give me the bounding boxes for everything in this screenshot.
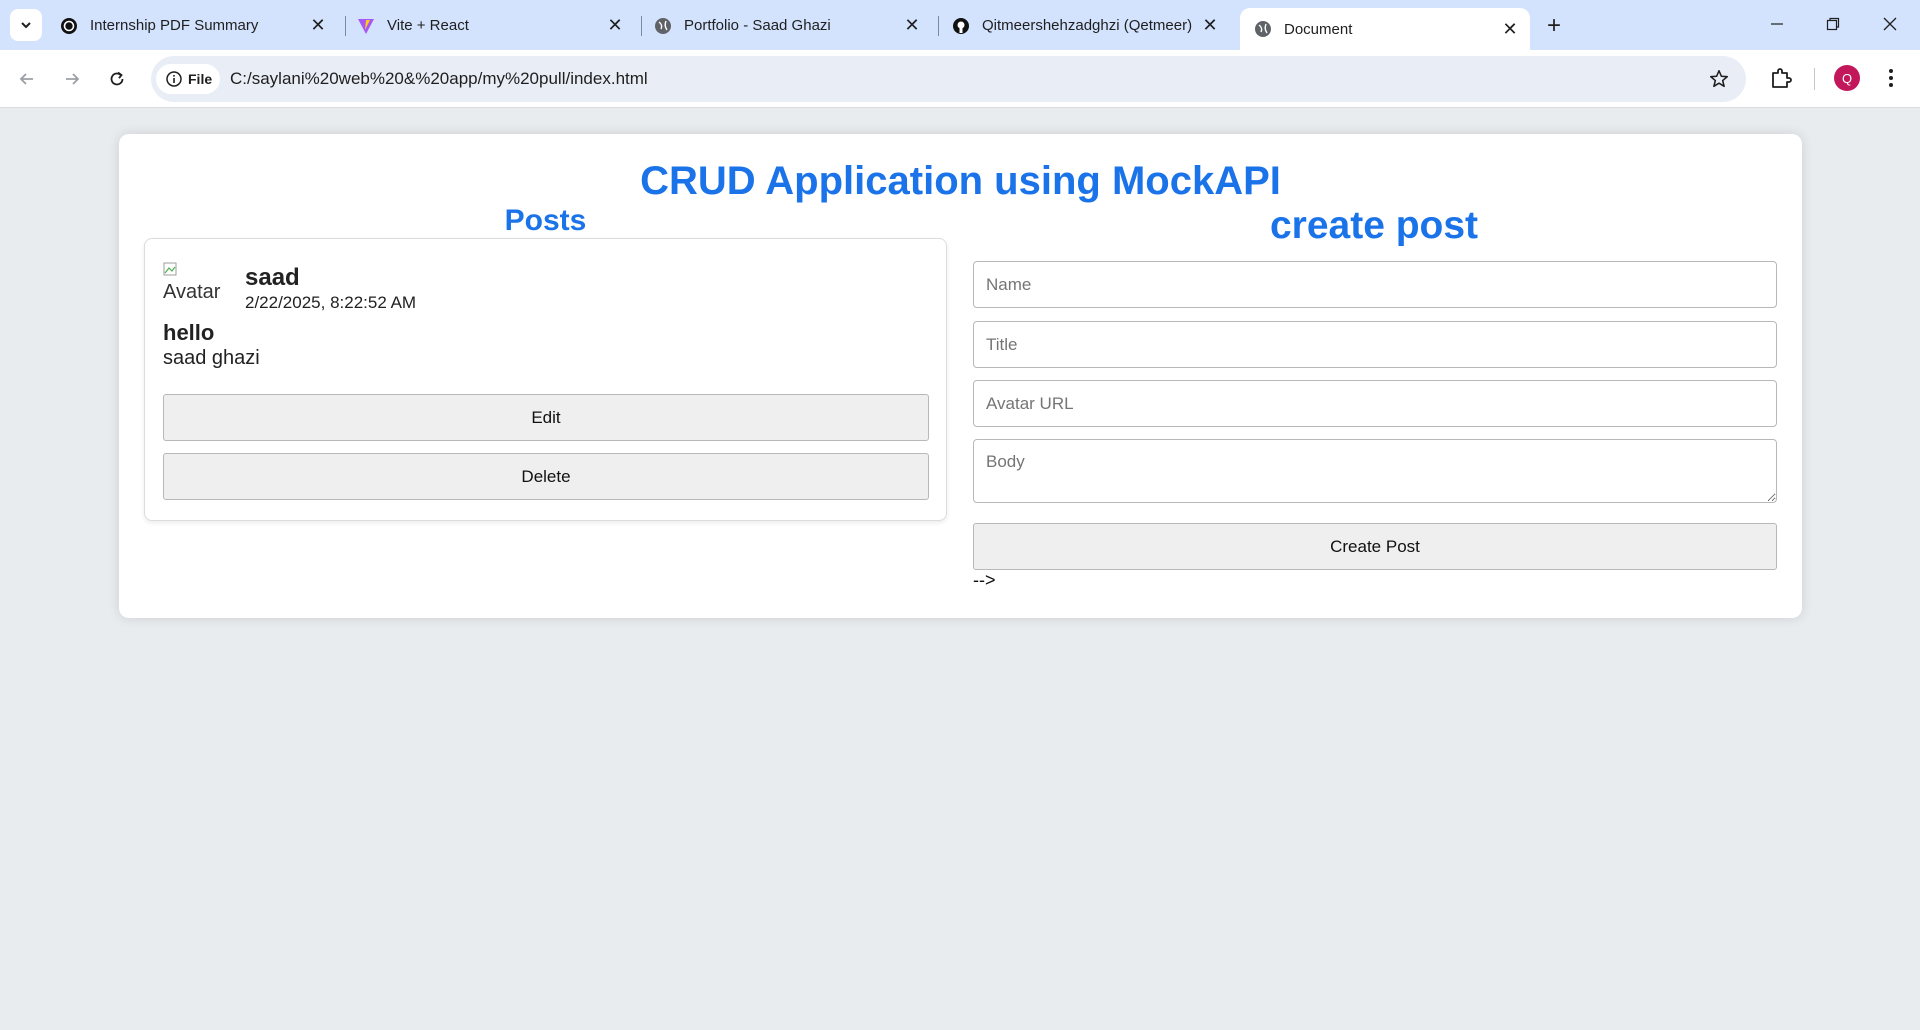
close-icon[interactable]: ✕ [1500, 19, 1520, 39]
post-title: hello [163, 320, 215, 345]
close-icon[interactable]: ✕ [308, 15, 328, 36]
name-input[interactable] [973, 261, 1777, 308]
broken-image-icon [163, 262, 177, 276]
chevron-down-icon [21, 22, 31, 29]
globe-icon [1254, 20, 1272, 38]
post-date: 2/22/2025, 8:22:52 AM [245, 293, 417, 312]
tab-search-button[interactable] [10, 9, 42, 41]
posts-heading: Posts [504, 204, 587, 237]
back-button[interactable] [11, 63, 43, 95]
address-bar[interactable]: File C:/saylani%20web%20&%20app/my%20pul… [151, 56, 1746, 102]
close-icon[interactable]: ✕ [605, 15, 625, 36]
create-post-button[interactable]: Create Post [973, 523, 1777, 570]
browser-tab-strip: Internship PDF Summary ✕ Vite + React ✕ … [0, 0, 1920, 50]
tab-title: Qitmeershehzadghzi (Qetmeer) [982, 17, 1193, 34]
post-body: saad ghazi [163, 347, 260, 369]
arrow-left-icon [19, 73, 33, 85]
arrow-right-icon [66, 73, 80, 85]
title-input[interactable] [973, 321, 1777, 368]
profile-avatar[interactable]: Q [1834, 65, 1860, 91]
tab-title: Vite + React [387, 17, 469, 34]
forward-button[interactable] [56, 63, 88, 95]
close-icon[interactable]: ✕ [1200, 15, 1220, 36]
edit-button[interactable]: Edit [163, 394, 929, 441]
bookmark-star-icon[interactable] [1708, 68, 1730, 90]
openai-icon [60, 17, 78, 35]
reload-icon [110, 71, 124, 86]
delete-button[interactable]: Delete [163, 453, 929, 500]
tab-title: Portfolio - Saad Ghazi [684, 17, 831, 34]
browser-tab[interactable]: Portfolio - Saad Ghazi ✕ [640, 9, 932, 42]
tab-title: Internship PDF Summary [90, 17, 259, 34]
extensions-puzzle-icon[interactable] [1767, 64, 1795, 92]
site-chip-label: File [188, 71, 213, 87]
tab-title: Document [1284, 20, 1353, 38]
close-window-button[interactable] [1872, 8, 1908, 40]
restore-button[interactable] [1815, 8, 1851, 40]
browser-tab[interactable]: Internship PDF Summary ✕ [46, 9, 338, 42]
vite-icon [357, 17, 375, 35]
minimize-button[interactable] [1759, 8, 1795, 40]
browser-tab[interactable]: Qitmeershehzadghzi (Qetmeer) ✕ [938, 9, 1230, 42]
app-container: CRUD Application using MockAPI Posts Ava… [119, 134, 1802, 618]
create-post-heading: create post [1269, 204, 1479, 247]
avatar: Avatar [163, 262, 227, 302]
url-text[interactable]: C:/saylani%20web%20&%20app/my%20pull/ind… [230, 69, 648, 89]
reload-button[interactable] [101, 63, 133, 95]
browser-toolbar: File C:/saylani%20web%20&%20app/my%20pul… [0, 50, 1920, 108]
close-icon [1883, 17, 1897, 31]
globe-icon [654, 17, 672, 35]
post-author: saad [245, 264, 300, 291]
body-textarea[interactable] [973, 439, 1777, 503]
github-icon [952, 17, 970, 35]
browser-tab[interactable]: Vite + React ✕ [343, 9, 635, 42]
stray-comment-text: --> [973, 570, 996, 590]
menu-kebab-icon[interactable] [1878, 65, 1904, 91]
close-icon[interactable]: ✕ [902, 15, 922, 36]
new-tab-button[interactable]: + [1540, 12, 1568, 40]
minimize-icon [1771, 23, 1783, 25]
page-title: CRUD Application using MockAPI [640, 159, 1281, 203]
restore-icon [1826, 17, 1840, 31]
site-info-chip[interactable]: File [156, 64, 220, 94]
avatar-alt-text: Avatar [163, 281, 221, 303]
browser-tab-active[interactable]: Document ✕ [1240, 8, 1530, 50]
toolbar-divider [1814, 68, 1815, 90]
avatar-url-input[interactable] [973, 380, 1777, 427]
post-card: Avatar saad 2/22/2025, 8:22:52 AM hello … [144, 238, 947, 521]
info-icon [166, 71, 182, 87]
